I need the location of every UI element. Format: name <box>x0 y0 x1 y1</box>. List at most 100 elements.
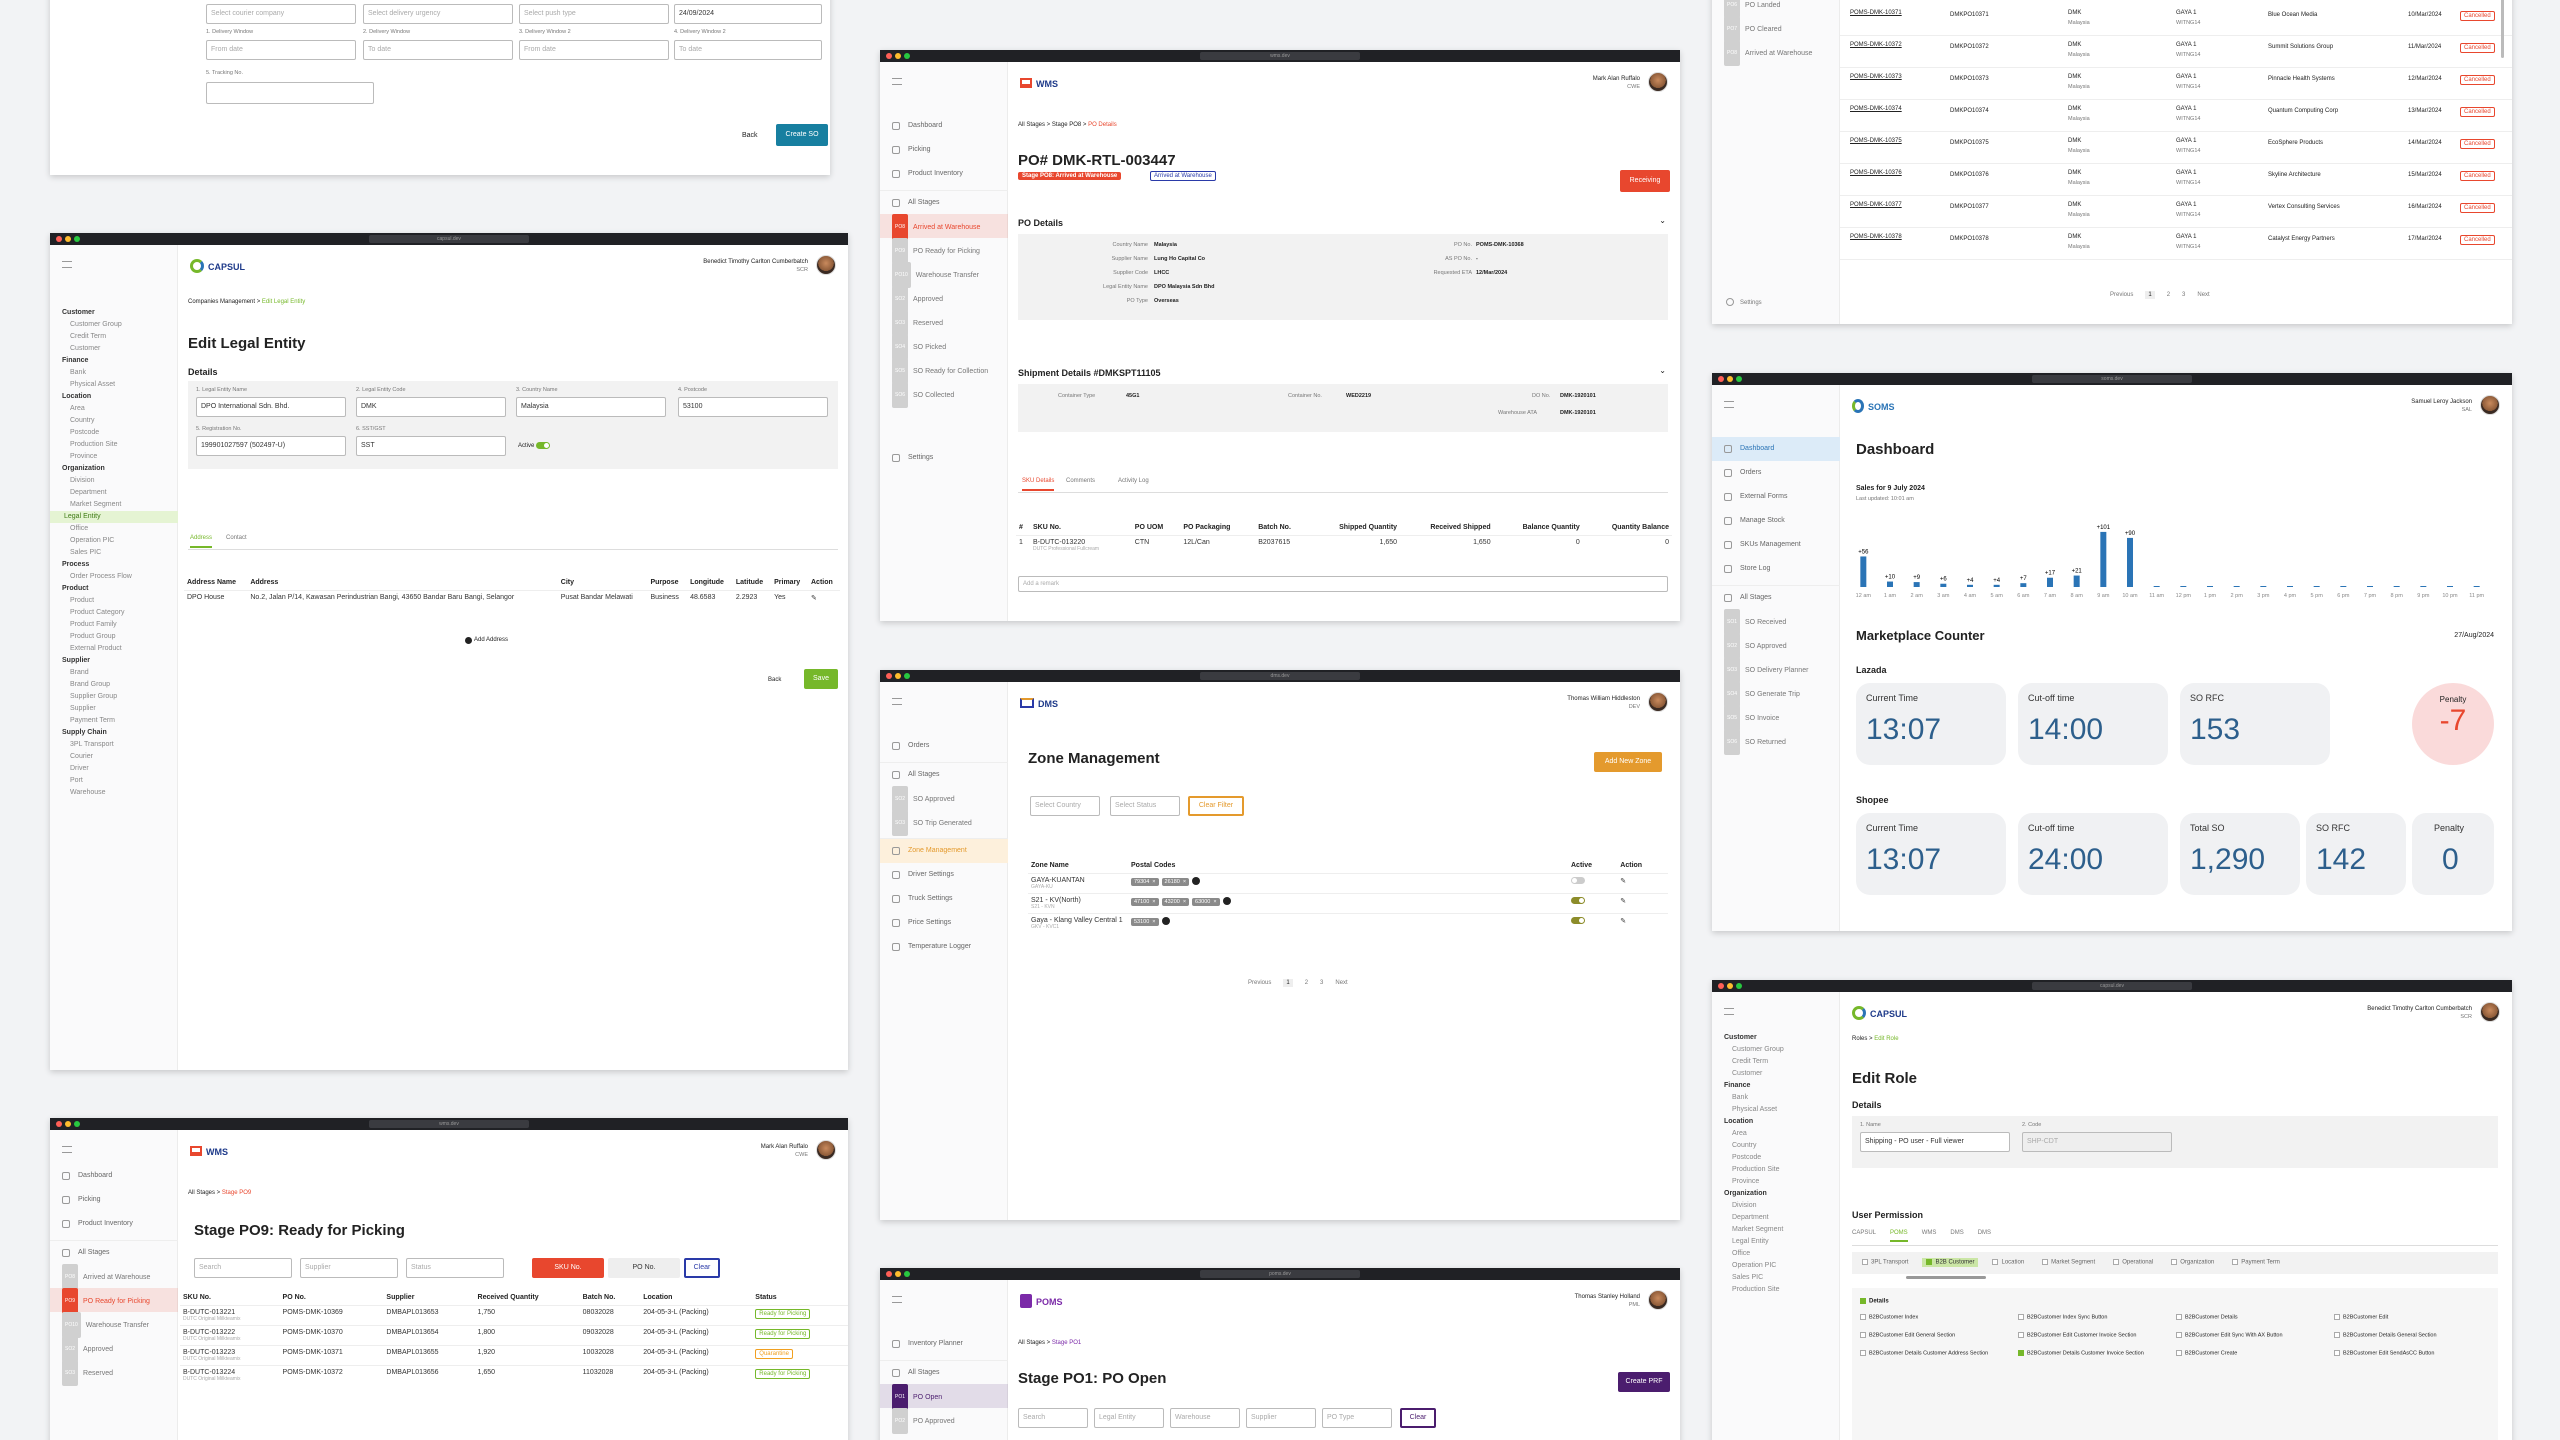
plus-icon[interactable] <box>1192 877 1201 885</box>
table-row[interactable]: B-DUTC-013223 DUTC Original Milkteamix POM… <box>180 1345 848 1366</box>
permission-checkbox[interactable]: B2BCustomer Edit Sync With AX Button <box>2176 1332 2326 1338</box>
edit-icon[interactable]: ✎ <box>1617 893 1668 914</box>
sidebar-item[interactable]: Product Family <box>50 619 178 631</box>
checkbox[interactable] <box>2042 1259 2049 1265</box>
po-type-select[interactable]: PO Type <box>1322 1408 1392 1428</box>
sidebar-item[interactable]: Market Segment <box>50 499 178 511</box>
permission-checkbox[interactable]: B2BCustomer Edit <box>2334 1314 2484 1320</box>
sidebar-item[interactable]: Sales PIC <box>1712 1272 1840 1284</box>
stage-item[interactable]: SO2 Approved <box>50 1336 178 1362</box>
add-zone-button[interactable]: Add New Zone <box>1594 752 1662 772</box>
permission-checkbox[interactable]: B2BCustomer Create <box>2176 1350 2326 1356</box>
postal-code-chip[interactable]: 43200 × <box>1161 897 1190 906</box>
stage-item[interactable]: SO3 SO Delivery Planner <box>1712 657 1840 683</box>
sidebar-item[interactable]: Brand Group <box>50 679 178 691</box>
sidebar-item[interactable]: Process <box>50 559 178 571</box>
sidebar-item[interactable]: External Forms <box>1712 485 1840 509</box>
sidebar-item[interactable]: Production Site <box>1712 1284 1840 1296</box>
stage-item[interactable]: SO3 Reserved <box>880 310 1008 336</box>
all-stages-item[interactable]: All Stages <box>880 762 1008 786</box>
chevron-down-icon[interactable]: ⌄ <box>1659 366 1666 375</box>
po-link[interactable]: POMS-DMK-10378 <box>1850 234 1902 240</box>
sidebar-item[interactable]: Organization <box>50 463 178 475</box>
postal-code-chip[interactable]: 47100 × <box>1131 897 1159 906</box>
table-row[interactable]: POMS-DMK-10377 DMKPO10377 DMK Malaysia GAYA … <box>1840 196 2512 228</box>
sidebar-item[interactable]: SKUs Management <box>1712 533 1840 557</box>
table-row[interactable]: POMS-DMK-10372 DMKPO10372 DMK Malaysia GAYA … <box>1840 36 2512 68</box>
stage-item[interactable]: SO3 SO Trip Generated <box>880 810 1008 836</box>
remark-input[interactable]: Add a remark <box>1018 576 1668 592</box>
active-toggle[interactable] <box>1571 897 1585 904</box>
close-icon[interactable]: × <box>1183 879 1186 885</box>
plus-icon[interactable] <box>1161 917 1170 925</box>
sidebar-item[interactable]: Postcode <box>1712 1152 1840 1164</box>
sidebar-item[interactable]: Production Site <box>50 439 178 451</box>
sidebar-item[interactable]: Warehouse <box>50 787 178 799</box>
sidebar-item[interactable]: Driver <box>50 763 178 775</box>
table-row[interactable]: B-DUTC-013224 DUTC Original Milkteamix POM… <box>180 1365 848 1385</box>
module-tab[interactable]: Payment Term <box>2228 1258 2284 1267</box>
app-tab[interactable]: CAPSUL <box>1852 1230 1876 1240</box>
legal-entity-name-input[interactable]: DPO International Sdn. Bhd. <box>196 397 346 417</box>
page-link[interactable]: 1 <box>2145 291 2155 299</box>
close-icon[interactable]: × <box>1152 919 1155 925</box>
create-prf-button[interactable]: Create PRF <box>1618 1372 1670 1392</box>
tab-sku-details[interactable]: SKU Details <box>1022 478 1055 491</box>
chevron-down-icon[interactable]: ⌄ <box>1659 216 1666 225</box>
table-row[interactable]: POMS-DMK-10376 DMKPO10376 DMK Malaysia GAYA … <box>1840 164 2512 196</box>
legal-entity-code-input[interactable]: DMK <box>356 397 506 417</box>
menu-icon[interactable] <box>62 261 72 268</box>
legal-entity-select[interactable]: Legal Entity <box>1094 1408 1164 1428</box>
checkbox[interactable] <box>2171 1259 2178 1265</box>
checkbox[interactable] <box>2018 1332 2024 1338</box>
stage-item[interactable]: PO7 PO Cleared <box>1712 16 1840 42</box>
settings-nav[interactable]: Settings <box>1740 300 1762 306</box>
sidebar-item[interactable]: Bank <box>1712 1092 1840 1104</box>
edit-icon[interactable]: ✎ <box>1617 873 1668 894</box>
active-toggle[interactable] <box>1571 917 1585 924</box>
sidebar-item[interactable]: Market Segment <box>1712 1224 1840 1236</box>
stage-item[interactable]: PO8 Arrived at Warehouse <box>50 1264 178 1290</box>
menu-icon[interactable] <box>62 1146 72 1153</box>
sidebar-item[interactable]: Driver Settings <box>880 863 1008 887</box>
stage-item[interactable]: SO2 SO Approved <box>1712 633 1840 659</box>
sidebar-item[interactable]: Department <box>1712 1212 1840 1224</box>
sidebar-item[interactable]: Production Site <box>1712 1164 1840 1176</box>
stage-item[interactable]: PO10 Warehouse Transfer <box>50 1312 178 1338</box>
permission-checkbox[interactable]: B2BCustomer Edit SendAsCC Button <box>2334 1350 2484 1356</box>
sidebar-item[interactable]: Product Inventory <box>50 1212 178 1236</box>
stage-item[interactable]: SO5 SO Invoice <box>1712 705 1840 731</box>
page-link[interactable]: Previous <box>2110 292 2133 298</box>
clear-filter-button[interactable]: Clear Filter <box>1188 796 1244 816</box>
stage-item[interactable]: SO4 SO Picked <box>880 334 1008 360</box>
to-date-input[interactable]: To date <box>363 40 513 60</box>
page-link[interactable]: Next <box>1335 980 1347 986</box>
avatar[interactable] <box>816 1140 836 1160</box>
menu-icon[interactable] <box>892 78 902 85</box>
sidebar-item[interactable]: Operation PIC <box>1712 1260 1840 1272</box>
sidebar-item[interactable]: Dashboard <box>880 114 1008 138</box>
country-select[interactable]: Select Country <box>1030 796 1100 816</box>
page-link[interactable]: 2 <box>1305 980 1308 986</box>
page-link[interactable]: 1 <box>1283 979 1293 987</box>
clear-button[interactable]: Clear <box>1400 1408 1436 1428</box>
page-link[interactable]: 3 <box>2182 292 2185 298</box>
scrollbar[interactable] <box>2501 0 2504 58</box>
sidebar-item[interactable]: Product Inventory <box>880 162 1008 186</box>
close-icon[interactable]: × <box>1213 899 1216 905</box>
sidebar-item[interactable]: Organization <box>1712 1188 1840 1200</box>
avatar[interactable] <box>1648 692 1668 712</box>
po-link[interactable]: POMS-DMK-10375 <box>1850 138 1902 144</box>
active-toggle[interactable]: Active <box>518 442 551 449</box>
postcode-input[interactable]: 53100 <box>678 397 828 417</box>
sidebar-item[interactable]: Division <box>1712 1200 1840 1212</box>
tab-address[interactable]: Address <box>190 535 213 548</box>
po-no-button[interactable]: PO No. <box>608 1258 680 1278</box>
po-link[interactable]: POMS-DMK-10373 <box>1850 74 1902 80</box>
sidebar-item[interactable]: Department <box>50 487 178 499</box>
permission-checkbox[interactable]: B2BCustomer Details Customer Invoice Sec… <box>2018 1350 2168 1356</box>
stage-item[interactable]: PO1 PO Open <box>880 1384 1008 1410</box>
date-input[interactable]: 24/09/2024 <box>674 4 822 24</box>
registration-input[interactable]: 199901027597 (502497-U) <box>196 436 346 456</box>
stage-item[interactable]: PO6 PO Landed <box>1712 0 1840 18</box>
